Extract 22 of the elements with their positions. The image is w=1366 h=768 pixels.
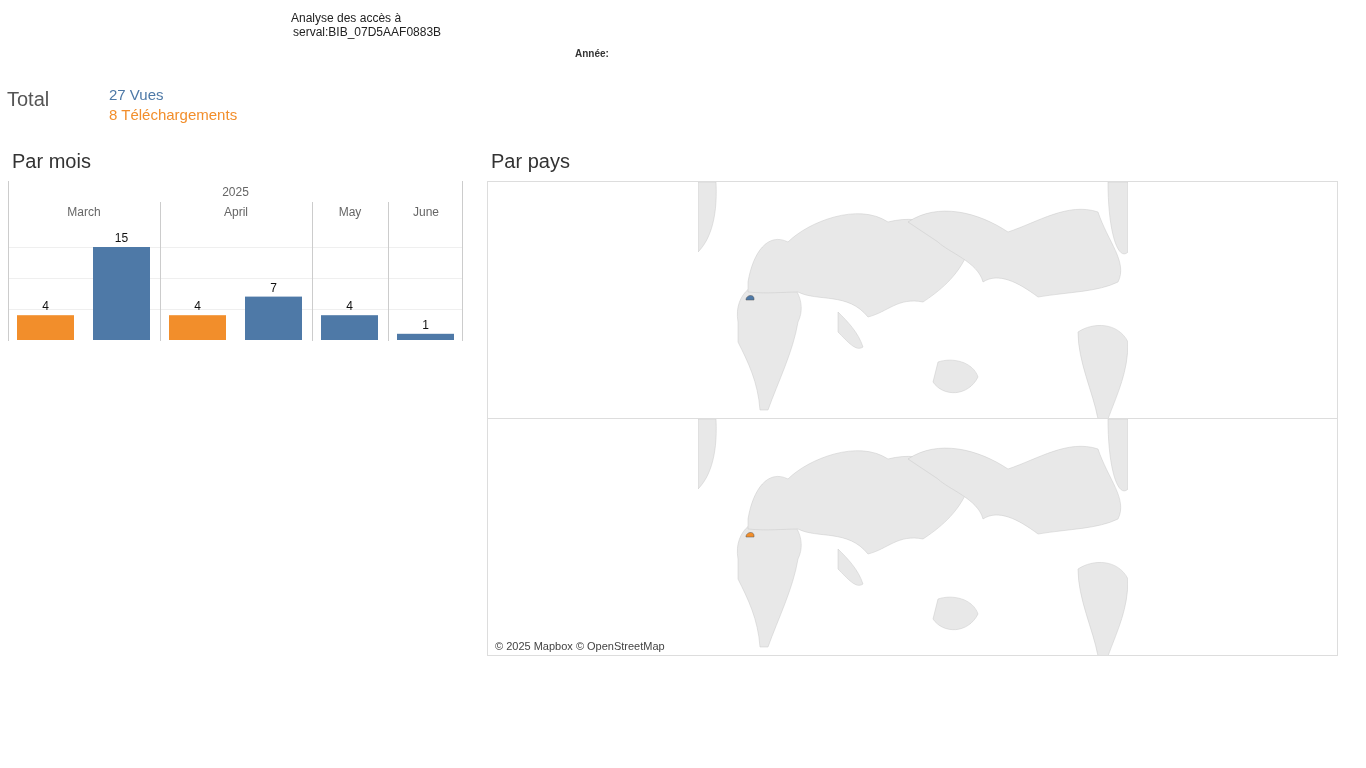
month-label: March [67,205,101,219]
map-attribution: © 2025 Mapbox © OpenStreetMap [495,640,665,652]
month-label: June [413,205,439,219]
year-header: 2025 [222,185,249,199]
section-title: Par mois [12,150,91,173]
bar-value-label: 4 [42,299,49,314]
bar-value-label: 15 [114,231,129,245]
bar-value-label: 4 [346,299,353,314]
total-value: 27 Vues [109,85,165,105]
page-title: serval:BIB_07D5AAF0883B [292,25,443,39]
total-label: Total [7,88,50,111]
section-title: Par pays [491,150,570,173]
year-filter-label: Année: [575,48,609,59]
country-marker[interactable] [745,295,755,301]
page-title: Analyse des accès à [291,11,403,25]
country-marker[interactable] [745,532,755,538]
bar-value-label: 4 [194,299,201,314]
month-label: April [224,205,248,219]
total-value: 8 Téléchargements [109,105,238,125]
month-label: May [338,205,362,219]
bar-value-label: 1 [422,317,429,332]
bar-value-label: 7 [270,280,277,295]
